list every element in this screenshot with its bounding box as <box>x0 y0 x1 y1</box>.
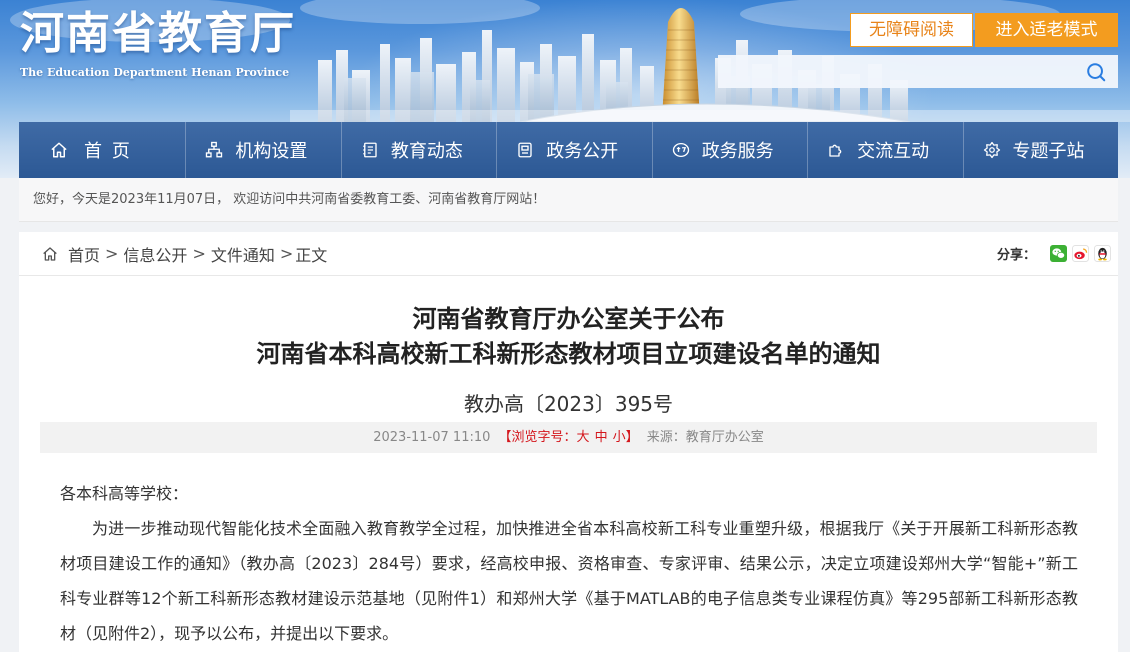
breadcrumb-separator: > <box>105 244 119 263</box>
nav-item-home[interactable]: 首页 <box>19 122 185 178</box>
font-size-switcher: 【浏览字号：大中小】 <box>499 430 639 445</box>
nav-label: 交流互动 <box>857 141 930 162</box>
article-title: 河南省教育厅办公室关于公布 河南省本科高校新工科新形态教材项目立项建设名单的通知 <box>19 302 1118 372</box>
site-logo[interactable]: 河南省教育厅 The Education Department Henan Pr… <box>20 8 296 80</box>
publish-datetime: 2023-11-07 11:10 <box>373 430 491 445</box>
home-icon <box>50 141 68 159</box>
breadcrumb-info-disclosure[interactable]: 信息公开 <box>123 242 187 266</box>
nav-label: 政务公开 <box>546 141 619 162</box>
search-icon <box>1087 62 1106 81</box>
header-bar: 河南省教育厅 The Education Department Henan Pr… <box>19 0 1118 122</box>
article-meta: 2023-11-07 11:10 【浏览字号：大中小】 来源：教育厅办公室 <box>40 422 1097 453</box>
breadcrumb: 首页 > 信息公开 > 文件通知 > 正文 分享： <box>19 232 1118 276</box>
elder-mode-button[interactable]: 进入适老模式 <box>975 13 1118 47</box>
nav-item-organization[interactable]: 机构设置 <box>185 122 340 178</box>
article-body: 各本科高等学校： 为进一步推动现代智能化技术全面融入教育教学全过程，加快推进全省… <box>19 476 1118 651</box>
nav-label: 机构设置 <box>235 141 308 162</box>
nav-item-interaction[interactable]: 交流互动 <box>807 122 962 178</box>
nav-item-education-news[interactable]: 教育动态 <box>340 122 496 178</box>
nav-item-topic-sites[interactable]: 专题子站 <box>962 122 1118 178</box>
home-icon[interactable] <box>42 246 58 262</box>
logo-title: 河南省教育厅 <box>20 8 296 59</box>
news-icon <box>361 141 379 159</box>
nav-label: 专题子站 <box>1012 141 1085 162</box>
nav-item-government-service[interactable]: 政务服务 <box>651 122 807 178</box>
article: 河南省教育厅办公室关于公布 河南省本科高校新工科新形态教材项目立项建设名单的通知… <box>19 276 1118 652</box>
article-source: 来源：教育厅办公室 <box>646 430 764 445</box>
font-size-suffix: 】 <box>625 430 639 445</box>
government-service-icon <box>672 141 690 159</box>
breadcrumb-file-notices[interactable]: 文件通知 <box>211 242 275 266</box>
header-buttons: 无障碍阅读 进入适老模式 <box>850 13 1118 47</box>
search-button[interactable] <box>1074 55 1118 88</box>
article-title-line: 河南省本科高校新工科新形态教材项目立项建设名单的通知 <box>256 340 881 368</box>
nav-label: 政务服务 <box>701 141 774 162</box>
breadcrumb-current: 正文 <box>295 245 328 265</box>
nav-label: 首页 <box>84 141 140 162</box>
welcome-bar: 您好，今天是2023年11月07日， 欢迎访问中共河南省委教育工委、河南省教育厅… <box>19 178 1118 222</box>
nav-label: 教育动态 <box>390 141 463 162</box>
document-number: 教办高〔2023〕395号 <box>463 392 674 416</box>
share-bar: 分享： <box>997 244 1111 263</box>
font-size-prefix: 【浏览字号： <box>498 430 577 445</box>
accessibility-reading-button[interactable]: 无障碍阅读 <box>850 13 973 47</box>
logo-subtitle: The Education Department Henan Province <box>20 66 290 79</box>
welcome-message: 您好，今天是2023年11月07日， 欢迎访问中共河南省委教育工委、河南省教育厅… <box>33 192 546 207</box>
search-box <box>718 55 1118 88</box>
main-nav: 首页 机构设置 教育动态 政务公开 政务服务 交流互动 专题子站 <box>19 122 1118 178</box>
site-header: 河南省教育厅 The Education Department Henan Pr… <box>0 0 1130 178</box>
topic-site-icon <box>983 141 1001 159</box>
search-input[interactable] <box>718 55 1074 88</box>
article-title-line: 河南省教育厅办公室关于公布 <box>412 305 725 333</box>
breadcrumb-separator: > <box>192 244 206 263</box>
interaction-icon <box>827 141 845 159</box>
font-size-small[interactable]: 小 <box>613 430 626 445</box>
article-greeting: 各本科高等学校： <box>60 484 189 503</box>
org-chart-icon <box>205 141 223 159</box>
clipboard-icon <box>516 141 534 159</box>
nav-item-government-affairs[interactable]: 政务公开 <box>496 122 651 178</box>
qq-icon[interactable] <box>1094 245 1111 262</box>
wechat-icon[interactable] <box>1050 245 1067 262</box>
article-paragraph: 为进一步推动现代智能化技术全面融入教育教学全过程，加快推进全省本科高校新工科专业… <box>60 519 1078 643</box>
weibo-icon[interactable] <box>1072 245 1089 262</box>
font-size-medium[interactable]: 中 <box>595 430 608 445</box>
share-label: 分享： <box>996 248 1036 263</box>
font-size-large[interactable]: 大 <box>577 430 590 445</box>
breadcrumb-separator: > <box>279 244 294 263</box>
breadcrumb-home[interactable]: 首页 <box>68 242 100 266</box>
